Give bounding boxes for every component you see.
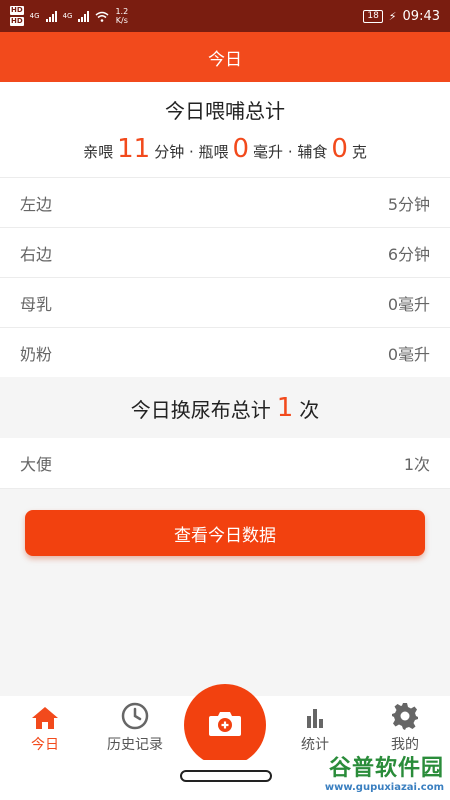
signal-icon <box>45 10 57 22</box>
hd-indicator: HD HD <box>10 6 24 26</box>
camera-icon <box>209 712 241 736</box>
tab-camera[interactable] <box>180 684 270 766</box>
bottle-unit: 毫升 · 辅食 <box>253 143 328 161</box>
breast-unit: 分钟 · 瓶喂 <box>154 143 229 161</box>
list-item-stool: 大便 1次 <box>0 438 450 489</box>
row-value: 5分钟 <box>387 194 430 214</box>
tab-today[interactable]: 今日 <box>0 696 90 760</box>
tab-statistics[interactable]: 统计 <box>270 696 360 760</box>
network-type-2: 4G <box>62 12 73 20</box>
feeding-summary-card: 今日喂哺总计 亲喂 11 分钟 · 瓶喂 0 毫升 · 辅食 0 克 <box>0 82 450 177</box>
app-header: 今日 <box>0 32 450 82</box>
solid-value: 0 <box>331 134 348 164</box>
bottom-tab-bar: 今日 历史记录 统计 我的 <box>0 684 450 766</box>
tab-label: 今日 <box>31 737 59 753</box>
signal-icon-2 <box>78 10 90 22</box>
gear-icon <box>392 703 418 730</box>
clock-icon <box>121 702 149 730</box>
row-value: 0毫升 <box>387 294 430 314</box>
list-item: 母乳 0毫升 <box>0 277 450 327</box>
view-today-data-button[interactable]: 查看今日数据 <box>25 510 425 556</box>
row-value: 1次 <box>403 455 430 474</box>
home-icon <box>32 707 58 729</box>
row-label: 右边 <box>20 244 53 264</box>
row-label: 左边 <box>20 194 53 214</box>
feeding-detail-list: 左边 5分钟 右边 6分钟 母乳 0毫升 奶粉 0毫升 <box>0 177 450 377</box>
status-bar: HD HD 4G 4G 1.2 K/s 18 ⚡ 09:43 <box>0 0 450 32</box>
clock-time: 09:43 <box>402 8 440 24</box>
net-speed: 1.2 K/s <box>115 7 129 25</box>
diaper-summary: 今日换尿布总计 1 次 <box>0 378 450 438</box>
tab-history[interactable]: 历史记录 <box>90 696 180 760</box>
tab-label: 统计 <box>301 737 329 753</box>
battery-level: 18 <box>363 9 383 23</box>
row-label: 奶粉 <box>20 344 53 364</box>
feeding-title: 今日喂哺总计 <box>165 99 285 123</box>
row-label: 大便 <box>20 455 53 474</box>
row-value: 0毫升 <box>387 344 430 364</box>
breast-value: 11 <box>117 134 151 164</box>
wifi-icon <box>95 11 109 22</box>
diaper-title: 今日换尿布总计 <box>130 397 271 422</box>
tab-label: 历史记录 <box>107 737 163 753</box>
tab-mine[interactable]: 我的 <box>360 696 450 760</box>
charging-icon: ⚡ <box>388 9 397 23</box>
diaper-count: 1 <box>276 393 294 423</box>
tab-label: 我的 <box>391 737 419 753</box>
list-item: 右边 6分钟 <box>0 227 450 277</box>
list-item: 左边 5分钟 <box>0 177 450 227</box>
network-type-1: 4G <box>29 12 40 20</box>
feeding-summary: 亲喂 11 分钟 · 瓶喂 0 毫升 · 辅食 0 克 <box>0 134 450 164</box>
bottle-value: 0 <box>232 134 250 164</box>
row-value: 6分钟 <box>387 244 430 264</box>
home-indicator[interactable] <box>180 770 272 782</box>
row-label: 母乳 <box>20 294 53 314</box>
watermark-logo: 谷普软件园 www.gupuxiazai.com <box>324 756 444 793</box>
page-title: 今日 <box>208 49 242 70</box>
bar-chart-icon <box>307 709 323 728</box>
breast-label: 亲喂 <box>83 143 114 161</box>
diaper-suffix: 次 <box>299 397 320 422</box>
camera-button[interactable] <box>184 684 266 766</box>
list-item: 奶粉 0毫升 <box>0 327 450 377</box>
solid-unit: 克 <box>351 143 367 161</box>
